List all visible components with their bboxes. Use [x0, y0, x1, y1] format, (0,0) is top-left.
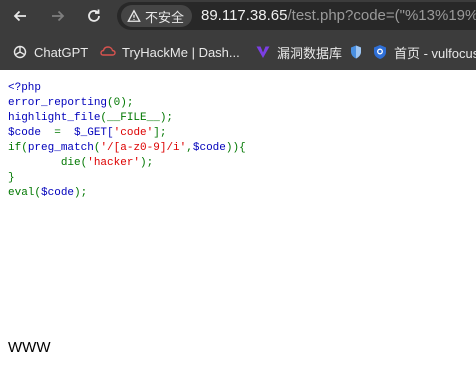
- security-label: 不安全: [145, 9, 185, 25]
- code-function-name: preg_match: [27, 142, 94, 154]
- page-content: <?php error_reporting(0); highlight_file…: [0, 70, 476, 376]
- bookmark-label: ChatGPT: [34, 44, 89, 60]
- code-open-tag: <?php: [8, 82, 42, 94]
- chatgpt-icon: [12, 44, 28, 60]
- bookmark-vulnerability-db[interactable]: 漏洞数据库: [255, 42, 364, 62]
- warning-triangle-icon: [127, 9, 141, 22]
- bookmarks-bar: ChatGPT TryHackMe | Dash... 漏洞数据库 首页 - v…: [0, 37, 476, 67]
- bookmark-label: 漏洞数据库: [277, 45, 343, 61]
- php-source-code: <?php error_reporting(0); highlight_file…: [8, 81, 246, 201]
- code-punctuation: );: [140, 157, 154, 169]
- code-string: '/[a-z0-9]/i': [100, 142, 187, 154]
- vulnerability-db-icon: [255, 44, 271, 60]
- browser-toolbar: 不安全 89.117.38.65/test.php?code=("%13%19%: [0, 0, 476, 33]
- code-string: 'code': [113, 127, 154, 139]
- bookmark-label: 首页 - vulfocus: [394, 45, 476, 61]
- code-variable: $code: [8, 127, 48, 139]
- address-bar[interactable]: 不安全 89.117.38.65/test.php?code=("%13%19%: [117, 2, 476, 30]
- code-string: 'hacker': [87, 157, 141, 169]
- vulfocus-icon: [372, 44, 388, 60]
- back-arrow-icon: [13, 10, 26, 22]
- code-superglobal: $_GET[: [67, 127, 114, 139]
- code-variable: $code: [41, 187, 75, 199]
- bookmark-label: TryHackMe | Dash...: [122, 44, 240, 60]
- code-keyword: eval(: [8, 187, 42, 199]
- reload-button[interactable]: [82, 4, 106, 28]
- script-output: WWW: [8, 339, 51, 356]
- code-function-name: highlight_file: [8, 112, 101, 124]
- code-punctuation: }: [8, 172, 15, 184]
- code-function-name: error_reporting: [8, 97, 108, 109]
- code-punctuation: ,: [186, 142, 193, 154]
- reload-icon: [88, 9, 100, 22]
- tryhackme-icon: [100, 44, 116, 60]
- code-punctuation: );: [74, 187, 88, 199]
- url-text[interactable]: 89.117.38.65/test.php?code=("%13%19%: [201, 7, 476, 25]
- bookmark-chatgpt[interactable]: ChatGPT: [12, 42, 88, 62]
- bookmark-tryhackme[interactable]: TryHackMe | Dash...: [100, 42, 240, 62]
- code-punctuation: (__FILE__);: [100, 112, 174, 124]
- code-punctuation: )){: [225, 142, 246, 154]
- shield-icon: [348, 44, 364, 60]
- forward-arrow-icon: [52, 10, 65, 22]
- url-host: 89.117.38.65: [201, 7, 288, 24]
- code-punctuation: ];: [153, 127, 167, 139]
- code-variable: $code: [192, 142, 226, 154]
- code-keyword: die(: [60, 157, 88, 169]
- bookmark-vulfocus[interactable]: 首页 - vulfocus: [372, 42, 476, 62]
- code-operator: =: [47, 127, 68, 139]
- url-path: /test.php?code=("%13%19%: [287, 7, 476, 24]
- code-keyword: if(: [8, 142, 28, 154]
- security-indicator[interactable]: 不安全: [121, 5, 193, 27]
- forward-button[interactable]: [46, 4, 70, 28]
- back-button[interactable]: [8, 4, 32, 28]
- browser-chrome: 不安全 89.117.38.65/test.php?code=("%13%19%…: [0, 0, 476, 70]
- code-punctuation: (0);: [107, 97, 134, 109]
